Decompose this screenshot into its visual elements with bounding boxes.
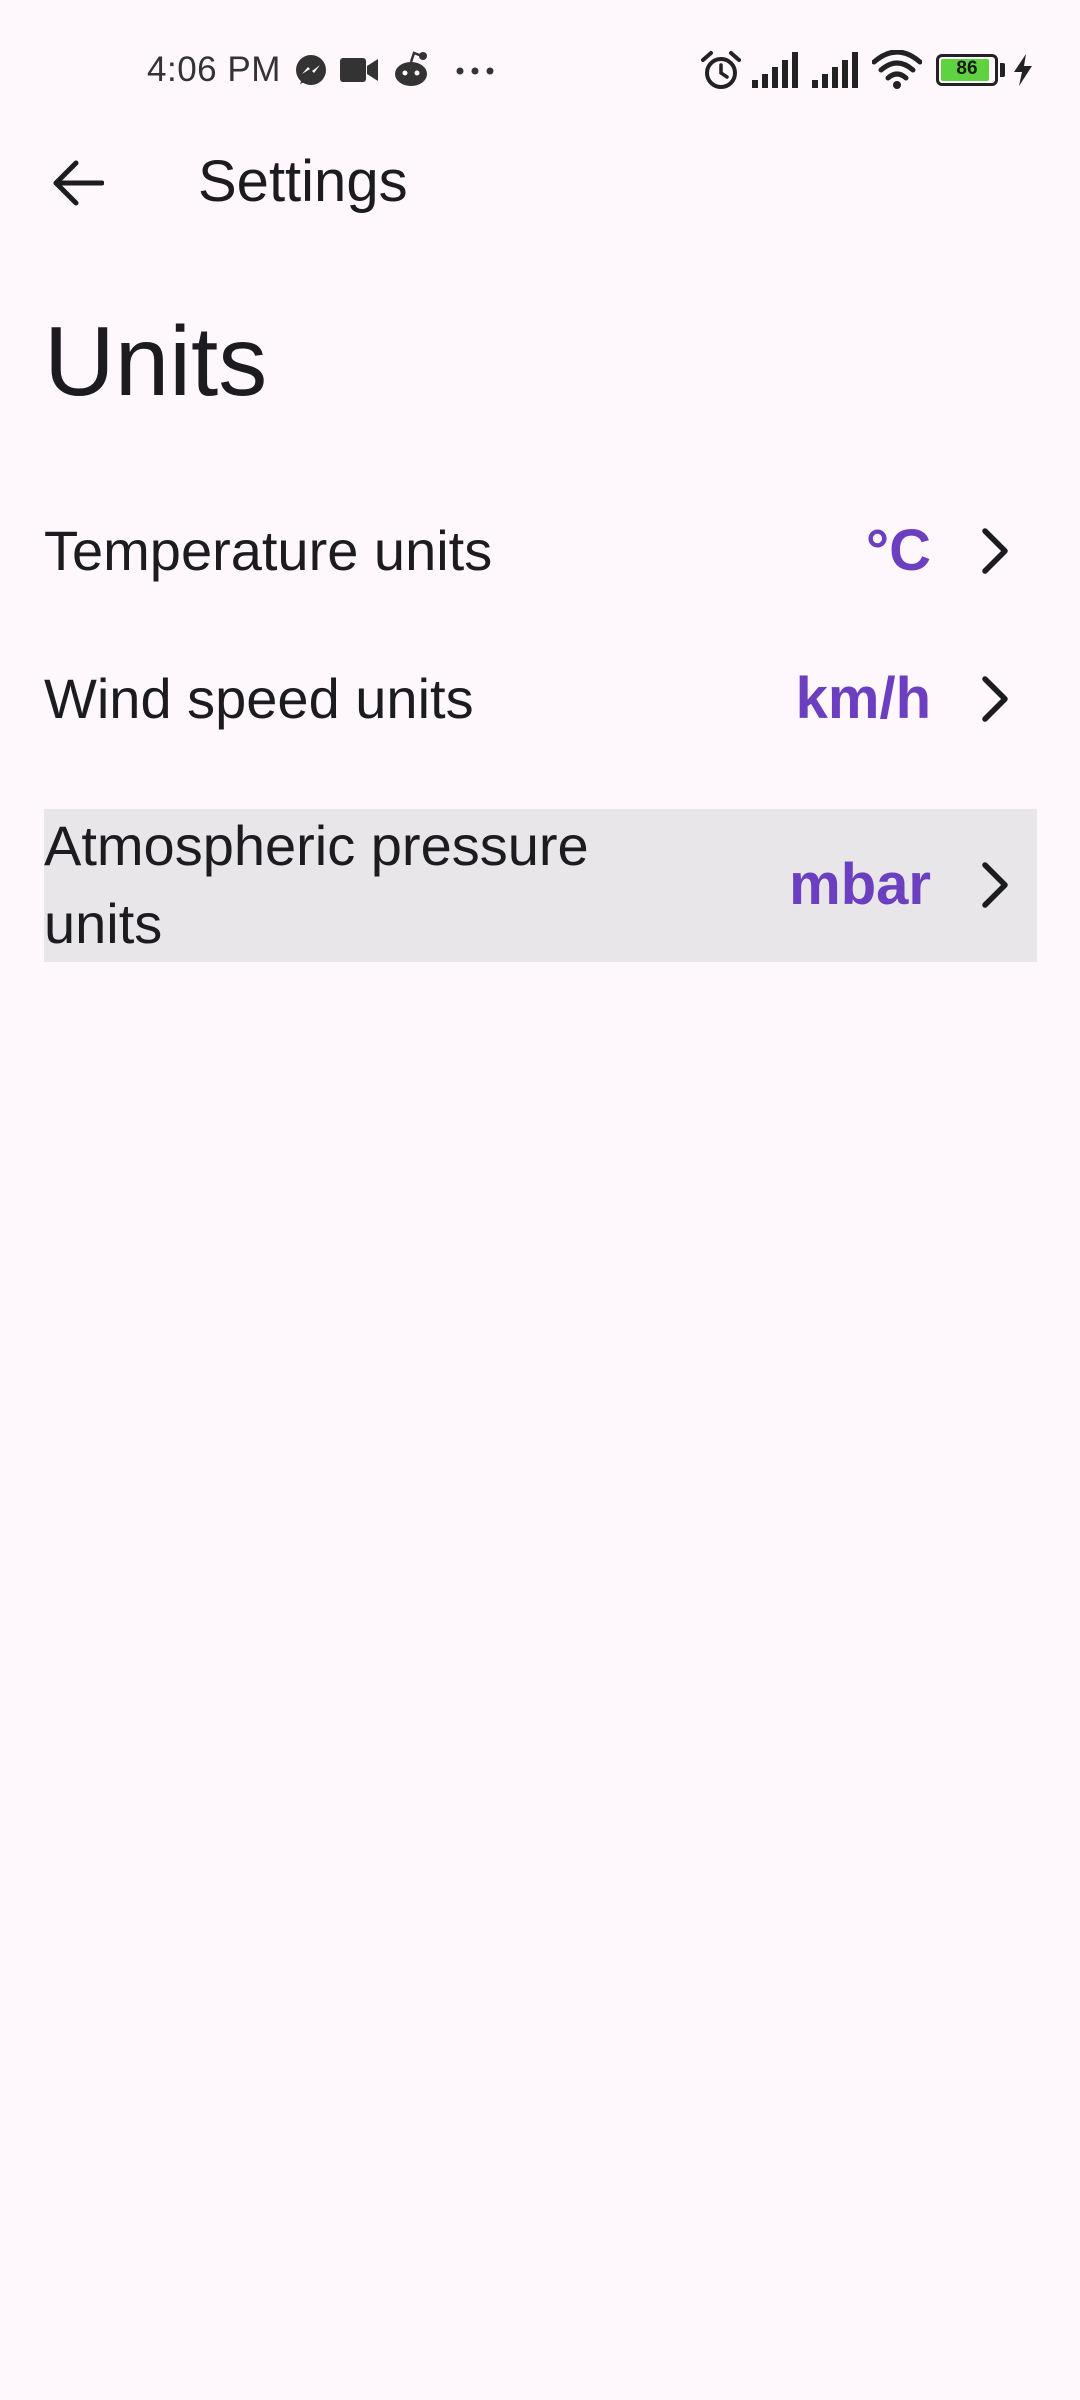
battery-cap	[1000, 63, 1005, 77]
battery-level: 86	[956, 58, 978, 79]
wind-speed-units-row[interactable]: Wind speed units km/h	[44, 660, 1037, 738]
chevron-right-icon	[982, 676, 1008, 722]
setting-label-line2: units	[44, 892, 163, 955]
status-time: 4:06 PM	[147, 50, 281, 89]
setting-value: mbar	[789, 852, 931, 917]
setting-label: Wind speed units	[44, 667, 474, 730]
video-camera-icon	[340, 58, 378, 82]
appbar-title: Settings	[198, 149, 408, 214]
screen: 4:06 PM 86 Settings Units Temperature un…	[0, 0, 1080, 2400]
temperature-units-row[interactable]: Temperature units °C	[44, 512, 1037, 590]
battery-icon: 86	[936, 54, 998, 86]
setting-label: Temperature units	[44, 519, 493, 582]
atmospheric-pressure-units-row[interactable]: Atmospheric pressure units mbar	[44, 809, 1037, 962]
more-dots-icon	[456, 67, 494, 75]
charging-bolt-icon	[1014, 54, 1032, 86]
setting-label-line1: Atmospheric pressure	[44, 814, 589, 877]
wifi-icon	[872, 50, 922, 89]
messenger-icon	[296, 55, 326, 85]
setting-label: Atmospheric pressure units	[44, 807, 589, 963]
arrow-back-icon	[53, 160, 104, 206]
signal-icon	[752, 52, 798, 88]
reddit-icon	[395, 51, 427, 86]
status-bar: 4:06 PM 86	[0, 0, 1080, 140]
signal-icon-2	[812, 52, 858, 88]
setting-value: °C	[865, 518, 931, 583]
alarm-icon	[701, 51, 741, 89]
back-button[interactable]	[40, 145, 116, 221]
chevron-right-icon	[982, 528, 1008, 574]
setting-value: km/h	[795, 666, 931, 731]
chevron-right-icon	[982, 862, 1008, 908]
page-title: Units	[44, 306, 268, 416]
